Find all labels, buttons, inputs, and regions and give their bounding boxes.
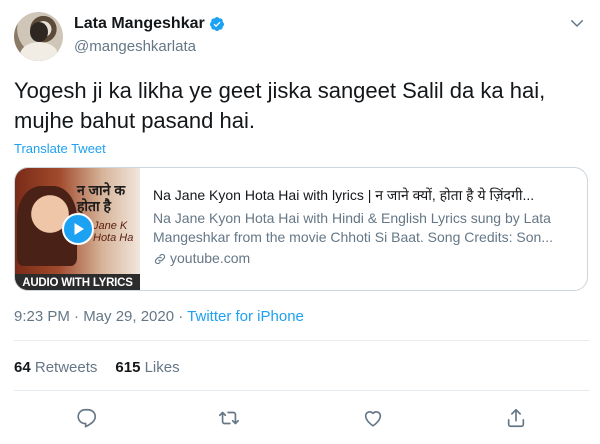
likes-count: 615 [115, 359, 141, 376]
avatar-body [20, 42, 58, 61]
reply-icon[interactable] [76, 407, 98, 429]
tweet-text: Yogesh ji ka likha ye geet jiska sangeet… [14, 78, 546, 133]
card-domain: youtube.com [170, 250, 251, 266]
card-thumbnail[interactable]: न जाने क होता है Jane K Hota Ha AUDIO WI… [15, 168, 140, 290]
tweet-meta: 9:23 PM · May 29, 2020 · Twitter for iPh… [14, 308, 304, 325]
tweet-header: Lata Mangeshkar @mangeshkarlata [14, 10, 590, 61]
translate-tweet-link[interactable]: Translate Tweet [14, 141, 106, 156]
author-names: Lata Mangeshkar @mangeshkarlata [74, 14, 225, 55]
card-domain-row: youtube.com [153, 249, 583, 268]
card-title[interactable]: Na Jane Kyon Hota Hai with lyrics | न जा… [153, 186, 583, 205]
play-icon[interactable] [62, 213, 94, 245]
author-display-name-row[interactable]: Lata Mangeshkar [74, 14, 225, 34]
card-description: Na Jane Kyon Hota Hai with Hindi & Engli… [153, 210, 553, 245]
thumbnail-english-title: Jane K Hota Ha [93, 220, 134, 244]
like-icon[interactable] [362, 407, 384, 429]
link-icon [154, 253, 166, 264]
share-icon[interactable] [505, 407, 527, 429]
thumbnail-hindi-title: न जाने क होता है [77, 182, 126, 214]
tweet-stats: 64 Retweets 615 Likes [14, 359, 180, 376]
retweets-stat[interactable]: 64 Retweets [14, 359, 97, 376]
retweets-count: 64 [14, 359, 31, 376]
verified-badge-icon [209, 17, 224, 31]
tweet-source-link[interactable]: Twitter for iPhone [187, 308, 304, 325]
author-handle[interactable]: @mangeshkarlata [74, 38, 225, 55]
retweets-label: Retweets [34, 359, 98, 376]
avatar-face [30, 22, 48, 42]
divider [14, 390, 590, 391]
tweet-actions [14, 403, 590, 433]
chevron-down-icon[interactable] [568, 14, 586, 32]
thumbnail-banner: AUDIO WITH LYRICS [15, 274, 140, 290]
tweet-timestamp[interactable]: 9:23 PM · May 29, 2020 · [14, 308, 187, 325]
divider [14, 340, 590, 341]
likes-label: Likes [144, 359, 180, 376]
author-display-name[interactable]: Lata Mangeshkar [74, 15, 205, 33]
retweet-icon[interactable] [218, 407, 240, 429]
avatar[interactable] [14, 12, 63, 61]
likes-stat[interactable]: 615 Likes [115, 359, 179, 376]
card-body[interactable]: Na Jane Kyon Hota Hai with lyrics | न जा… [153, 186, 583, 268]
link-card[interactable]: न जाने क होता है Jane K Hota Ha AUDIO WI… [14, 167, 588, 291]
